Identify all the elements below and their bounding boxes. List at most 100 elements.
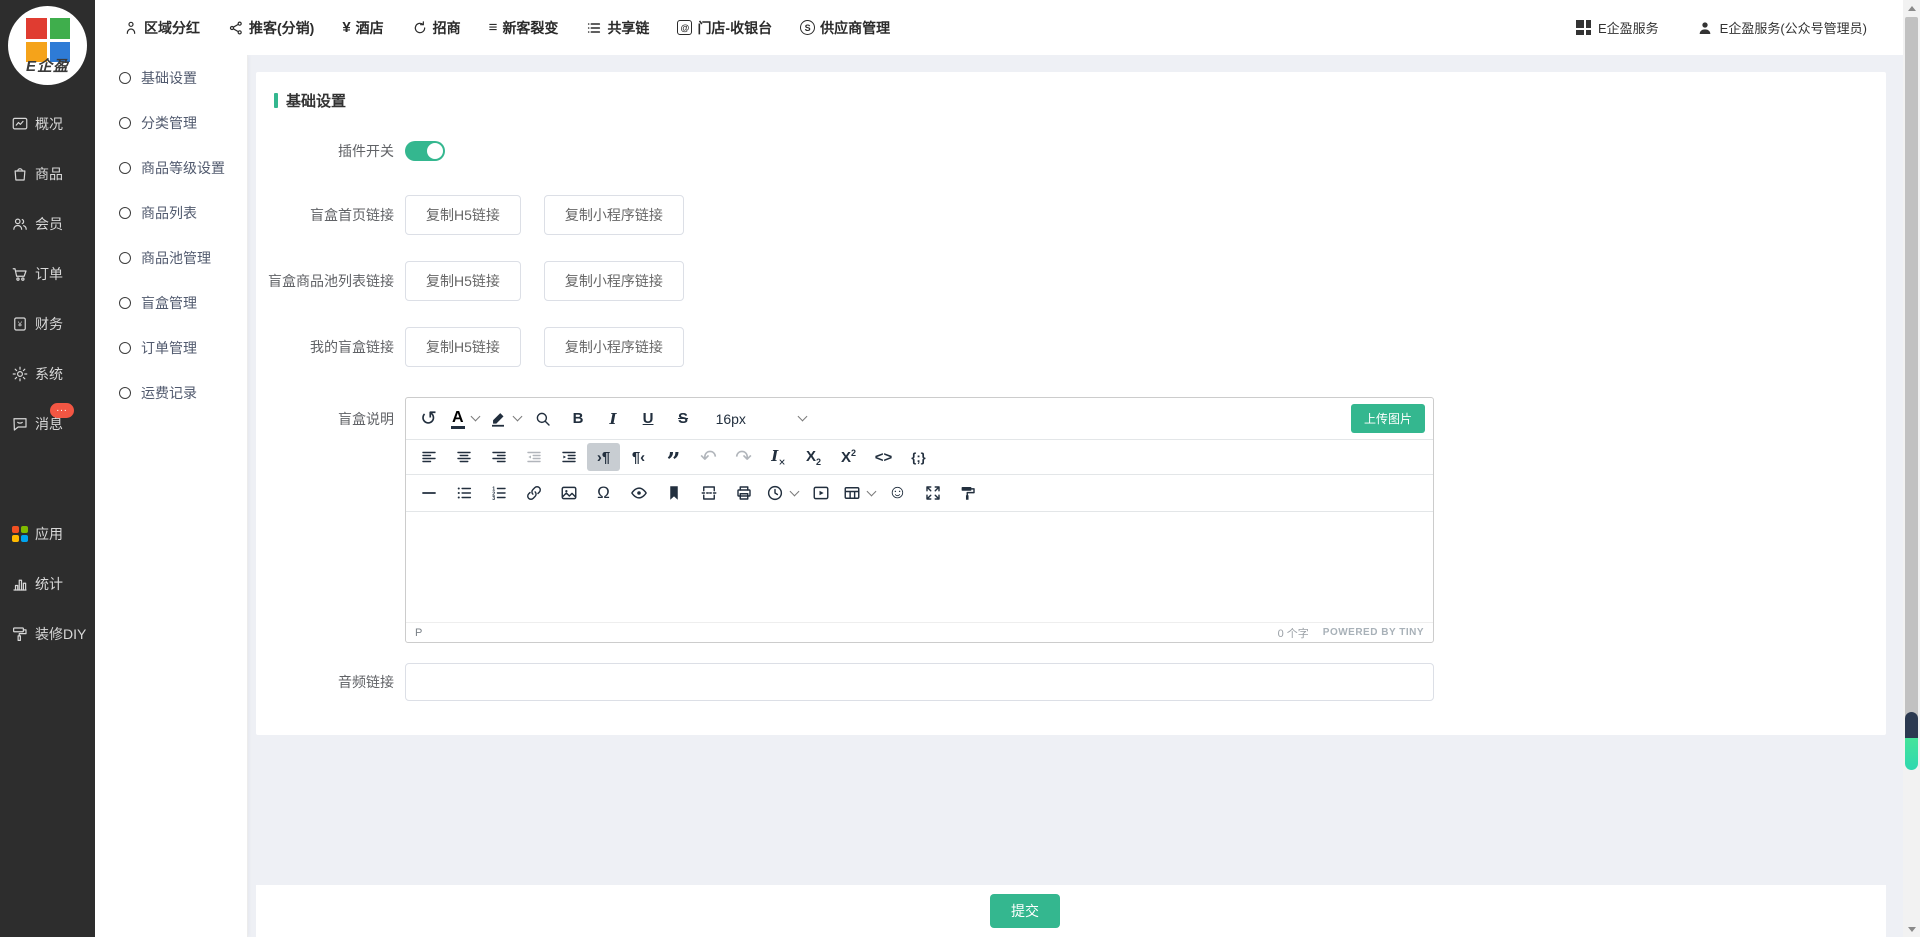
plugin-switch-toggle[interactable] bbox=[405, 141, 445, 161]
text-color-button[interactable]: A bbox=[447, 405, 483, 433]
upload-image-button[interactable]: 上传图片 bbox=[1351, 404, 1425, 433]
paint-roller-icon bbox=[959, 484, 977, 502]
insert-datetime-button[interactable] bbox=[762, 479, 802, 507]
code-sample-button[interactable]: {;} bbox=[902, 443, 935, 471]
word-count[interactable]: 0 个字 bbox=[1278, 625, 1309, 641]
align-right-button[interactable] bbox=[482, 443, 515, 471]
submenu-item-category-management[interactable]: 分类管理 bbox=[95, 100, 247, 145]
sidebar-item-apps[interactable]: 应用 bbox=[0, 509, 95, 559]
insert-link-button[interactable] bbox=[517, 479, 550, 507]
editor-content-area[interactable] bbox=[406, 512, 1433, 622]
submit-button[interactable]: 提交 bbox=[990, 894, 1060, 928]
copy-miniprogram-link-button[interactable]: 复制小程序链接 bbox=[544, 327, 684, 367]
smiley-icon: ☺ bbox=[888, 482, 907, 504]
brand-logo[interactable]: E企盈 bbox=[8, 6, 87, 85]
align-center-button[interactable] bbox=[447, 443, 480, 471]
outdent-icon bbox=[525, 448, 543, 466]
emoticons-button[interactable]: ☺ bbox=[881, 479, 914, 507]
page-scrollbar[interactable] bbox=[1903, 0, 1920, 937]
copy-miniprogram-link-button[interactable]: 复制小程序链接 bbox=[544, 195, 684, 235]
nav-item-store-cashier[interactable]: @ 门店-收银台 bbox=[677, 18, 772, 38]
clear-formatting-button[interactable]: I× bbox=[762, 443, 795, 471]
print-button[interactable] bbox=[727, 479, 760, 507]
restore-draft-button[interactable]: ↺ bbox=[412, 405, 445, 433]
font-size-select[interactable]: 16px bbox=[708, 405, 816, 433]
horizontal-rule-button[interactable] bbox=[412, 479, 445, 507]
sidebar-item-stats[interactable]: 统计 bbox=[0, 559, 95, 609]
align-left-button[interactable] bbox=[412, 443, 445, 471]
printer-icon bbox=[735, 484, 753, 502]
submenu-item-goods-pool-management[interactable]: 商品池管理 bbox=[95, 235, 247, 280]
scrollbar-thumb[interactable] bbox=[1905, 17, 1918, 745]
special-character-button[interactable]: Ω bbox=[587, 479, 620, 507]
media-play-icon bbox=[812, 484, 830, 502]
account-menu[interactable]: E企盈服务(公众号管理员) bbox=[1697, 18, 1867, 37]
sidebar-item-overview[interactable]: 概况 bbox=[0, 99, 95, 149]
superscript-button[interactable]: X2 bbox=[832, 443, 865, 471]
ltr-direction-button[interactable]: ›¶ bbox=[587, 443, 620, 471]
nav-item-share-chain[interactable]: 共享链 bbox=[586, 18, 649, 38]
preview-button[interactable] bbox=[622, 479, 655, 507]
bullet-list-button[interactable] bbox=[447, 479, 480, 507]
sidebar-item-goods[interactable]: 商品 bbox=[0, 149, 95, 199]
nav-item-supplier-management[interactable]: S 供应商管理 bbox=[800, 18, 890, 38]
copy-h5-link-button[interactable]: 复制H5链接 bbox=[405, 327, 521, 367]
anchor-button[interactable] bbox=[657, 479, 690, 507]
element-path[interactable]: P bbox=[415, 627, 422, 639]
bold-button[interactable]: B bbox=[562, 405, 595, 433]
insert-table-button[interactable] bbox=[839, 479, 879, 507]
submenu-item-basic-settings[interactable]: 基础设置 bbox=[95, 55, 247, 100]
insert-media-button[interactable] bbox=[804, 479, 837, 507]
indent-button[interactable] bbox=[552, 443, 585, 471]
scrollbar-up-arrow[interactable] bbox=[1903, 0, 1920, 16]
outdent-button[interactable] bbox=[517, 443, 550, 471]
search-replace-button[interactable] bbox=[527, 405, 560, 433]
undo-button[interactable]: ↶ bbox=[692, 443, 725, 471]
insert-image-button[interactable] bbox=[552, 479, 585, 507]
sidebar-item-messages[interactable]: 消息 ... bbox=[0, 399, 95, 449]
bar-chart-icon bbox=[11, 575, 29, 593]
top-module-nav: 区域分红 推客(分销) ¥ 酒店 招商 ≡ 新客裂变 共享链 @ 门店-收银台 … bbox=[95, 0, 1903, 55]
cart-icon bbox=[11, 265, 29, 283]
submenu-item-blindbox-management[interactable]: 盲盒管理 bbox=[95, 280, 247, 325]
subscript-button[interactable]: X2 bbox=[797, 443, 830, 471]
fullscreen-button[interactable] bbox=[916, 479, 949, 507]
format-painter-button[interactable] bbox=[951, 479, 984, 507]
rtl-direction-button[interactable]: ¶‹ bbox=[622, 443, 655, 471]
submenu-item-label: 商品列表 bbox=[141, 203, 197, 223]
powered-by-tiny-link[interactable]: POWERED BY TINY bbox=[1323, 627, 1424, 638]
code-view-button[interactable]: <> bbox=[867, 443, 900, 471]
sidebar-item-orders[interactable]: 订单 bbox=[0, 249, 95, 299]
submenu-item-goods-level-settings[interactable]: 商品等级设置 bbox=[95, 145, 247, 190]
redo-button[interactable]: ↷ bbox=[727, 443, 760, 471]
nav-item-region-dividend[interactable]: 区域分红 bbox=[123, 18, 200, 38]
nav-item-label: 门店-收银台 bbox=[697, 18, 772, 38]
nav-item-hotel[interactable]: ¥ 酒店 bbox=[342, 18, 383, 38]
submenu-item-order-management[interactable]: 订单管理 bbox=[95, 325, 247, 370]
copy-h5-link-button[interactable]: 复制H5链接 bbox=[405, 195, 521, 235]
sidebar-item-finance[interactable]: ¥ 财务 bbox=[0, 299, 95, 349]
audio-link-input[interactable] bbox=[405, 663, 1434, 701]
nav-item-new-customer-fission[interactable]: ≡ 新客裂变 bbox=[489, 18, 559, 38]
page-break-button[interactable] bbox=[692, 479, 725, 507]
sidebar-item-decoration-diy[interactable]: 装修DIY bbox=[0, 609, 95, 659]
nav-item-promoter[interactable]: 推客(分销) bbox=[228, 18, 314, 38]
blockquote-button[interactable]: ” bbox=[657, 443, 690, 471]
strikethrough-button[interactable]: S bbox=[667, 405, 700, 433]
copy-miniprogram-link-button[interactable]: 复制小程序链接 bbox=[544, 261, 684, 301]
italic-button[interactable]: I bbox=[597, 405, 630, 433]
scrollbar-down-arrow[interactable] bbox=[1903, 921, 1920, 937]
sidebar-item-system[interactable]: 系统 bbox=[0, 349, 95, 399]
supplier-icon: S bbox=[800, 20, 815, 35]
triangle-up-icon bbox=[1908, 6, 1916, 11]
highlight-color-button[interactable] bbox=[485, 405, 525, 433]
copy-h5-link-button[interactable]: 复制H5链接 bbox=[405, 261, 521, 301]
submenu-item-goods-list[interactable]: 商品列表 bbox=[95, 190, 247, 235]
sidebar-item-members[interactable]: 会员 bbox=[0, 199, 95, 249]
service-center-link[interactable]: E企盈服务 bbox=[1576, 18, 1659, 37]
nav-item-investment[interactable]: 招商 bbox=[412, 18, 461, 38]
chevron-down-icon bbox=[867, 486, 877, 496]
numbered-list-button[interactable]: 123 bbox=[482, 479, 515, 507]
underline-button[interactable]: U bbox=[632, 405, 665, 433]
submenu-item-freight-records[interactable]: 运费记录 bbox=[95, 370, 247, 415]
